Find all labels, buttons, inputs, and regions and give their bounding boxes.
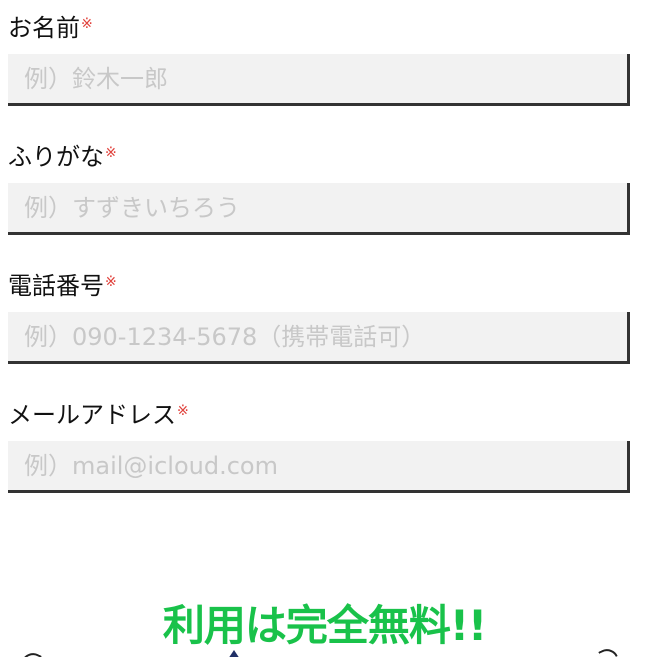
furigana-label-text: ふりがな	[8, 143, 104, 171]
furigana-label: ふりがな※	[8, 137, 117, 171]
name-label: お名前※	[8, 8, 93, 42]
email-input[interactable]	[8, 441, 630, 493]
name-input[interactable]	[8, 54, 630, 106]
triangle-icon	[226, 650, 242, 657]
free-promo-banner: 利用は完全無料!!	[0, 590, 649, 657]
promo-headline: 利用は完全無料!!	[162, 601, 487, 650]
email-label-text: メールアドレス	[8, 401, 176, 429]
required-mark: ※	[81, 16, 93, 32]
phone-label-text: 電話番号	[8, 272, 104, 300]
phone-input[interactable]	[8, 312, 630, 364]
name-label-text: お名前	[8, 14, 80, 42]
email-label: メールアドレス※	[8, 395, 189, 429]
required-mark: ※	[177, 403, 189, 419]
required-mark: ※	[105, 274, 117, 290]
phone-label: 電話番号※	[8, 266, 117, 300]
required-mark: ※	[105, 145, 117, 161]
furigana-input[interactable]	[8, 183, 630, 235]
